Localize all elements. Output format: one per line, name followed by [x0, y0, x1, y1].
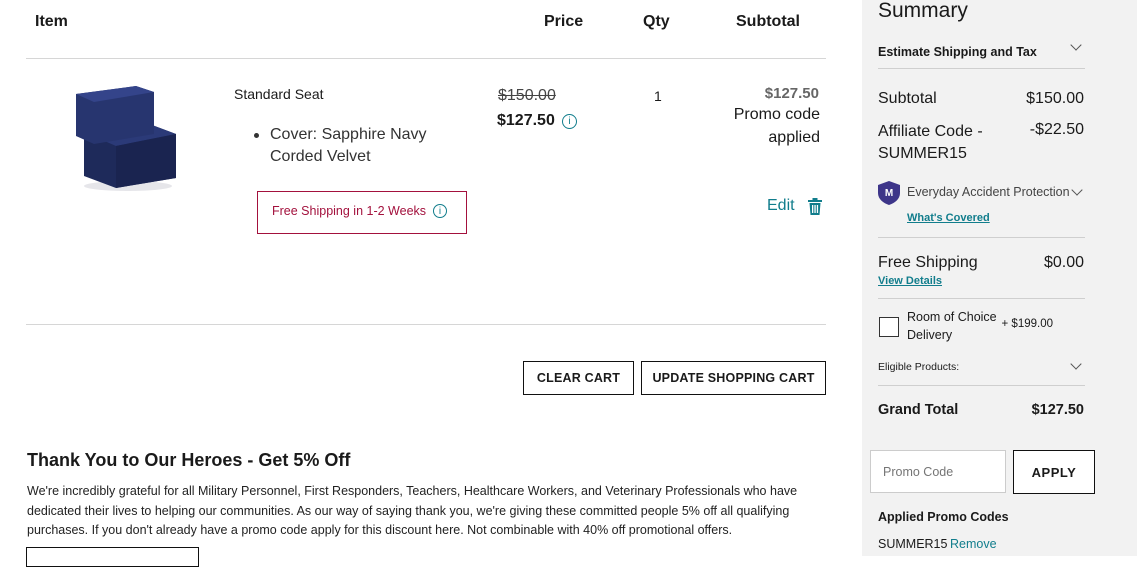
header-divider [26, 58, 826, 59]
room-delivery-checkbox[interactable] [879, 317, 899, 337]
applied-code-value: SUMMER15 [878, 537, 948, 551]
grand-total-value: $127.50 [1031, 402, 1084, 418]
product-option: Cover: Sapphire Navy Corded Velvet [270, 126, 427, 165]
edit-link[interactable]: Edit [767, 197, 795, 215]
summary-title: Summary [878, 0, 968, 22]
line-subtotal: $127.50 [764, 85, 819, 102]
apply-button[interactable]: APPLY [1013, 450, 1095, 494]
summary-divider [878, 385, 1085, 386]
applied-codes-label: Applied Promo Codes [878, 510, 1009, 524]
affiliate-code-label: Affiliate Code - SUMMER15 [878, 123, 983, 162]
promo-applied-note: Promo code applied [733, 106, 820, 146]
quantity-value[interactable]: 1 [654, 88, 662, 104]
update-cart-button[interactable]: UPDATE SHOPPING CART [641, 361, 826, 395]
free-shipping-label: Free Shipping [878, 254, 978, 271]
column-header-price: Price [544, 13, 584, 30]
summary-divider [878, 237, 1085, 238]
remove-promo-link[interactable]: Remove [950, 537, 997, 551]
view-details-link[interactable]: View Details [878, 275, 942, 287]
affiliate-code-value: -$22.50 [1029, 121, 1084, 138]
eligible-chevron-down-icon[interactable] [1070, 358, 1082, 370]
room-delivery-label: Room of Choice Delivery [907, 310, 997, 342]
protection-chevron-down-icon[interactable] [1071, 184, 1083, 196]
original-price: $150.00 [498, 87, 556, 104]
sale-price: $127.50 [497, 112, 555, 129]
heroes-description: We're incredibly grateful for all Milita… [27, 484, 798, 537]
trash-icon[interactable] [808, 198, 822, 215]
summary-divider [878, 68, 1085, 69]
product-image[interactable] [70, 82, 182, 194]
product-option-bullet [254, 133, 259, 138]
summary-panel: Summary Estimate Shipping and Tax Subtot… [862, 0, 1137, 556]
shipping-time-box: Free Shipping in 1-2 Weeks i [257, 191, 467, 234]
column-header-subtotal: Subtotal [736, 13, 800, 30]
shield-icon: M [878, 181, 900, 205]
estimate-chevron-down-icon[interactable] [1070, 39, 1082, 51]
room-delivery-price: + $199.00 [1001, 318, 1053, 330]
svg-text:M: M [885, 188, 893, 199]
summary-divider [878, 298, 1085, 299]
shipping-time-text: Free Shipping in 1-2 Weeks [272, 204, 427, 218]
subtotal-value: $150.00 [1026, 90, 1084, 107]
eligible-products-label[interactable]: Eligible Products: [878, 361, 959, 373]
shipping-value: $0.00 [1043, 254, 1084, 271]
column-header-item: Item [35, 13, 68, 30]
heroes-title: Thank You to Our Heroes - Get 5% Off [27, 450, 351, 470]
grand-total-label: Grand Total [878, 402, 959, 418]
promo-code-input[interactable] [870, 450, 1006, 493]
info-icon[interactable]: i [433, 204, 447, 218]
estimate-shipping-toggle[interactable]: Estimate Shipping and Tax [878, 45, 1037, 59]
accident-protection-label[interactable]: Everyday Accident Protection [907, 185, 1070, 199]
heroes-action-button[interactable] [26, 547, 199, 567]
price-info-icon[interactable]: i [562, 114, 577, 129]
product-name[interactable]: Standard Seat [234, 86, 324, 102]
column-header-qty: Qty [643, 13, 670, 30]
clear-cart-button[interactable]: CLEAR CART [523, 361, 634, 395]
whats-covered-link[interactable]: What's Covered [907, 212, 990, 224]
item-divider [26, 324, 826, 325]
subtotal-label: Subtotal [878, 90, 937, 107]
